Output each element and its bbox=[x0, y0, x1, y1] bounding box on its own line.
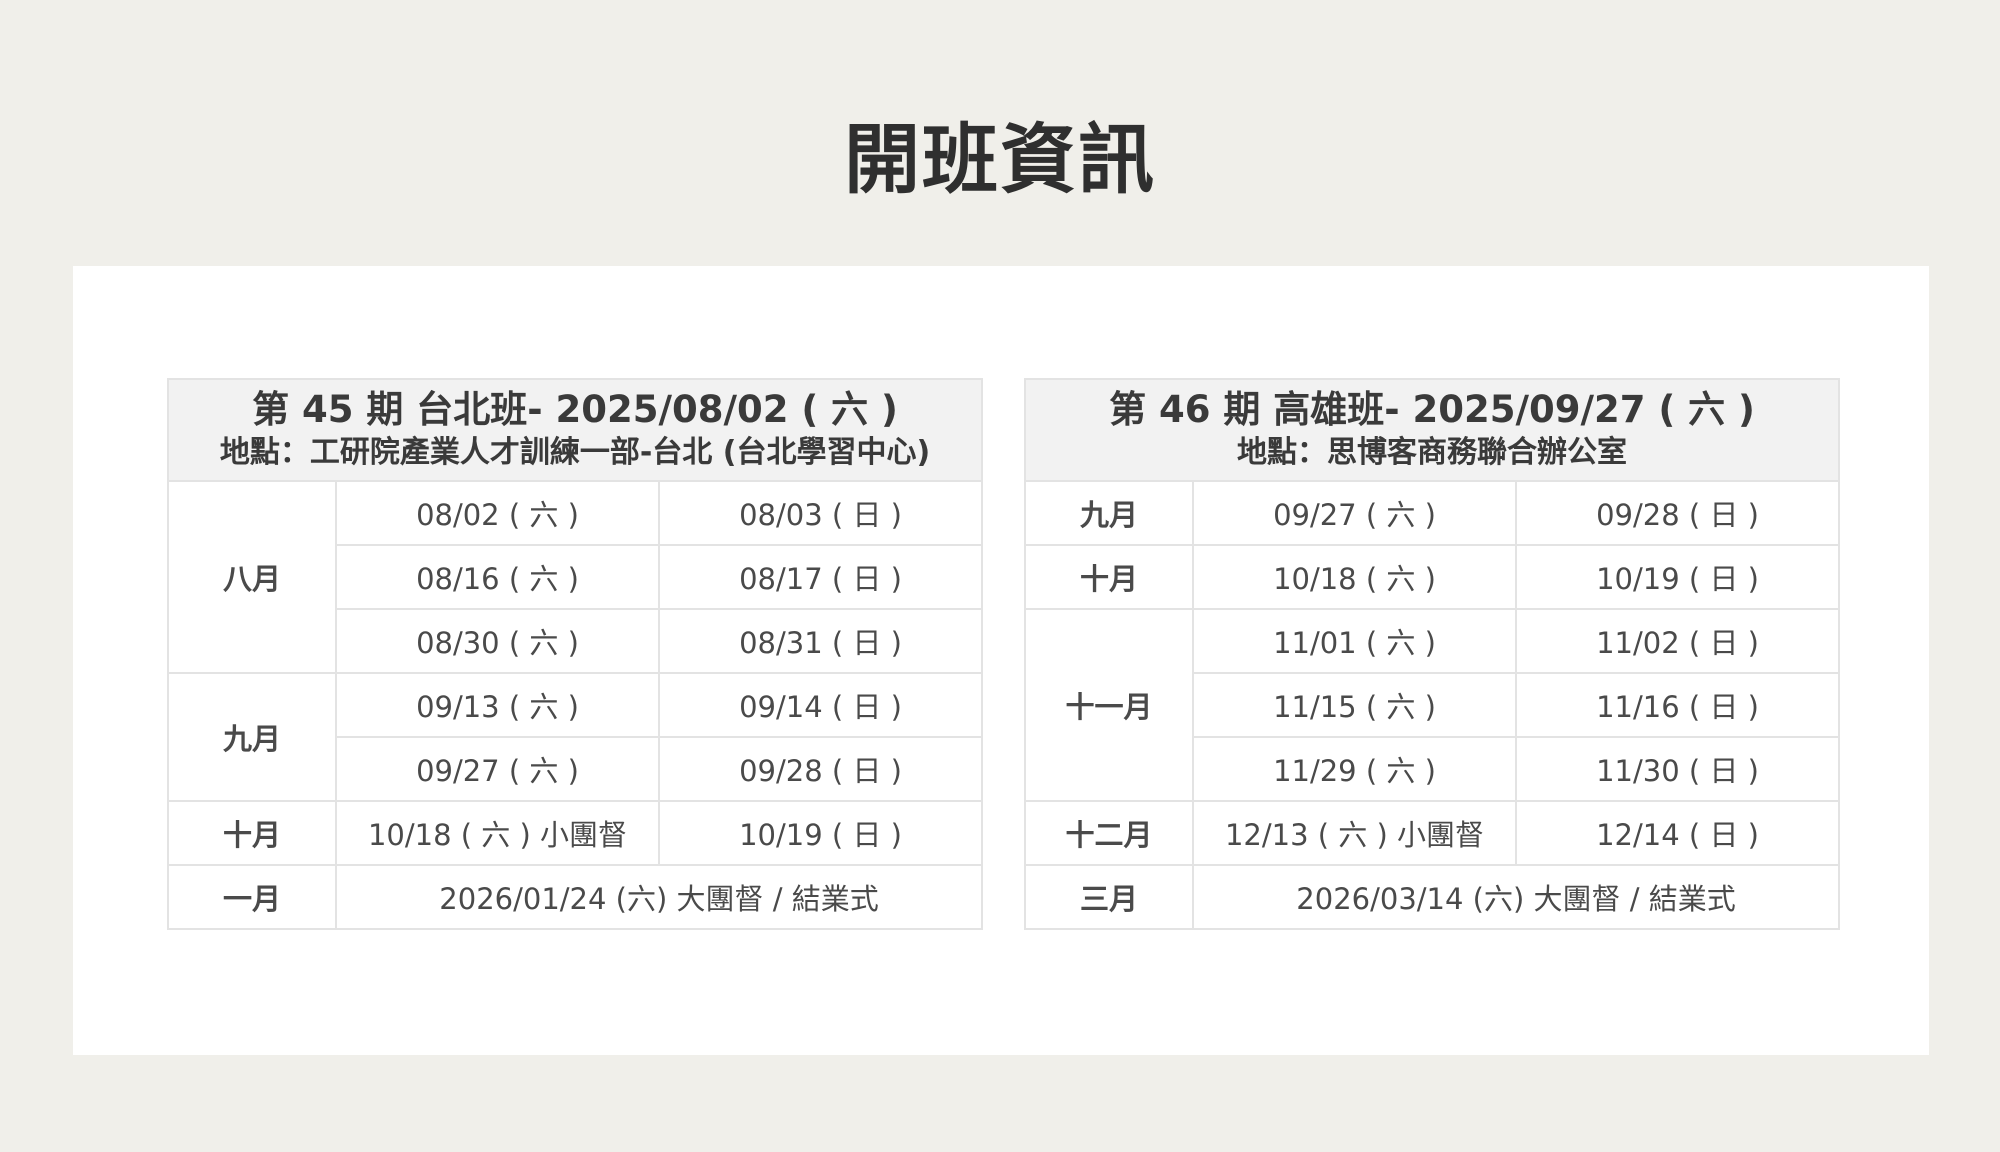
date-cell: 11/16 ( 日 ) bbox=[1514, 672, 1841, 738]
table-row: 十月 10/18 ( 六 ) 10/19 ( 日 ) bbox=[1024, 544, 1841, 610]
date-cell: 08/03 ( 日 ) bbox=[657, 480, 984, 546]
date-cell: 09/28 ( 日 ) bbox=[1514, 480, 1841, 546]
date-cell: 08/17 ( 日 ) bbox=[657, 544, 984, 610]
date-cell: 12/14 ( 日 ) bbox=[1514, 800, 1841, 866]
date-cell: 11/01 ( 六 ) bbox=[1192, 608, 1517, 674]
month-cell: 十一月 bbox=[1024, 608, 1194, 802]
schedule-table-kaohsiung: 第 46 期 高雄班- 2025/09/27 ( 六 ) 地點：思博客商務聯合辦… bbox=[1023, 378, 1841, 930]
schedule-header: 第 46 期 高雄班- 2025/09/27 ( 六 ) 地點：思博客商務聯合辦… bbox=[1023, 378, 1841, 482]
date-cell: 10/19 ( 日 ) bbox=[1514, 544, 1841, 610]
table-header-row: 第 45 期 台北班- 2025/08/02 ( 六 ) 地點：工研院產業人才訓… bbox=[166, 378, 984, 482]
month-cell: 八月 bbox=[167, 480, 337, 674]
date-cell: 11/02 ( 日 ) bbox=[1514, 608, 1841, 674]
date-cell: 09/28 ( 日 ) bbox=[657, 736, 984, 802]
table-row: 三月 2026/03/14 (六) 大團督 / 結業式 bbox=[1024, 864, 1841, 930]
content-panel: 第 45 期 台北班- 2025/08/02 ( 六 ) 地點：工研院產業人才訓… bbox=[73, 266, 1929, 1055]
date-cell: 12/13 ( 六 ) 小團督 bbox=[1192, 800, 1517, 866]
date-cell: 09/14 ( 日 ) bbox=[657, 672, 984, 738]
date-cell: 10/18 ( 六 ) bbox=[1192, 544, 1517, 610]
table-row: 十一月 11/01 ( 六 ) 11/02 ( 日 ) bbox=[1024, 608, 1841, 802]
date-cell: 08/31 ( 日 ) bbox=[657, 608, 984, 674]
table-row: 八月 08/02 ( 六 ) 08/03 ( 日 ) bbox=[167, 480, 984, 674]
date-cell: 11/29 ( 六 ) bbox=[1192, 736, 1517, 802]
month-cell: 九月 bbox=[167, 672, 337, 802]
schedule-table-taipei: 第 45 期 台北班- 2025/08/02 ( 六 ) 地點：工研院產業人才訓… bbox=[166, 378, 984, 930]
page-title: 開班資訊 bbox=[844, 115, 1156, 204]
month-cell: 十月 bbox=[167, 800, 337, 866]
month-cell: 三月 bbox=[1024, 864, 1194, 930]
date-cell: 11/30 ( 日 ) bbox=[1514, 736, 1841, 802]
month-cell: 九月 bbox=[1024, 480, 1194, 546]
schedule-header: 第 45 期 台北班- 2025/08/02 ( 六 ) 地點：工研院產業人才訓… bbox=[166, 378, 984, 482]
table-row: 十月 10/18 ( 六 ) 小團督 10/19 ( 日 ) bbox=[167, 800, 984, 866]
month-cell: 一月 bbox=[167, 864, 337, 930]
date-cell: 2026/03/14 (六) 大團督 / 結業式 bbox=[1191, 864, 1841, 930]
date-cell: 09/13 ( 六 ) bbox=[335, 672, 660, 738]
table-row: 九月 09/13 ( 六 ) 09/14 ( 日 ) bbox=[167, 672, 984, 802]
table-header-row: 第 46 期 高雄班- 2025/09/27 ( 六 ) 地點：思博客商務聯合辦… bbox=[1023, 378, 1841, 482]
month-cell: 十二月 bbox=[1024, 800, 1194, 866]
class-title: 第 46 期 高雄班- 2025/09/27 ( 六 ) bbox=[1109, 388, 1755, 431]
table-row: 十二月 12/13 ( 六 ) 小團督 12/14 ( 日 ) bbox=[1024, 800, 1841, 866]
date-cell: 10/18 ( 六 ) 小團督 bbox=[335, 800, 660, 866]
date-cell: 08/30 ( 六 ) bbox=[335, 608, 660, 674]
date-cell: 10/19 ( 日 ) bbox=[657, 800, 984, 866]
date-cell: 11/15 ( 六 ) bbox=[1192, 672, 1517, 738]
month-cell: 十月 bbox=[1024, 544, 1194, 610]
date-cell: 09/27 ( 六 ) bbox=[335, 736, 660, 802]
date-cell: 09/27 ( 六 ) bbox=[1192, 480, 1517, 546]
date-cell: 08/02 ( 六 ) bbox=[335, 480, 660, 546]
table-row: 九月 09/27 ( 六 ) 09/28 ( 日 ) bbox=[1024, 480, 1841, 546]
date-cell: 08/16 ( 六 ) bbox=[335, 544, 660, 610]
class-title: 第 45 期 台北班- 2025/08/02 ( 六 ) bbox=[252, 388, 898, 431]
table-row: 一月 2026/01/24 (六) 大團督 / 結業式 bbox=[167, 864, 984, 930]
class-location: 地點：思博客商務聯合辦公室 bbox=[1237, 435, 1627, 470]
class-location: 地點：工研院產業人才訓練一部-台北 (台北學習中心) bbox=[219, 435, 931, 470]
date-cell: 2026/01/24 (六) 大團督 / 結業式 bbox=[334, 864, 984, 930]
